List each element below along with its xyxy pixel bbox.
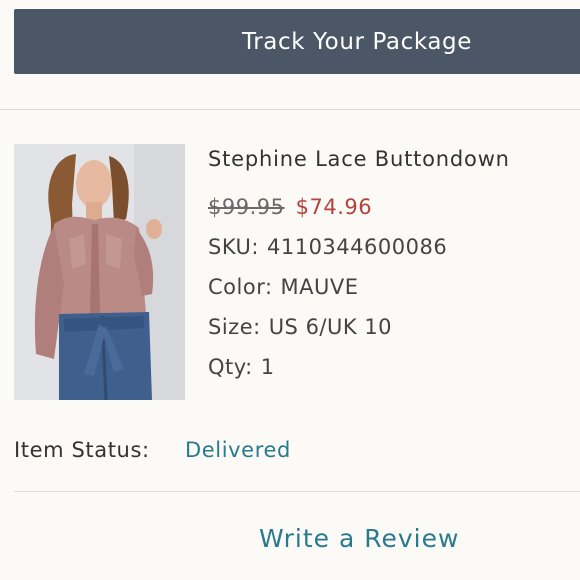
product-title[interactable]: Stephine Lace Buttondown bbox=[208, 144, 510, 174]
qty-label: Qty: bbox=[208, 355, 253, 379]
product-info: Stephine Lace Buttondown $99.95 $74.96 S… bbox=[208, 144, 510, 382]
item-status-value[interactable]: Delivered bbox=[185, 435, 291, 465]
top-divider bbox=[0, 109, 580, 110]
write-review-link[interactable]: Write a Review bbox=[259, 522, 459, 556]
bottom-divider bbox=[14, 491, 580, 492]
size-value: US 6/UK 10 bbox=[268, 315, 393, 339]
qty-row: Qty: 1 bbox=[208, 352, 510, 382]
track-package-button[interactable]: Track Your Package bbox=[14, 9, 580, 74]
original-price: $99.95 bbox=[208, 195, 285, 219]
size-row: Size: US 6/UK 10 bbox=[208, 312, 510, 342]
color-label: Color: bbox=[208, 275, 273, 299]
product-image[interactable] bbox=[14, 144, 185, 400]
item-status-label: Item Status: bbox=[14, 438, 150, 462]
sale-price: $74.96 bbox=[295, 195, 373, 219]
track-package-label: Track Your Package bbox=[241, 28, 473, 55]
size-label: Size: bbox=[208, 315, 261, 339]
sku-label: SKU: bbox=[208, 235, 259, 259]
color-value: MAUVE bbox=[280, 275, 359, 299]
color-row: Color: MAUVE bbox=[208, 272, 510, 302]
sku-row: SKU: 4110344600086 bbox=[208, 232, 510, 262]
item-status-row: Item Status: Delivered bbox=[14, 435, 290, 465]
sku-value: 4110344600086 bbox=[266, 235, 448, 259]
order-item-page: Track Your Package Stephine Lace Buttond… bbox=[0, 0, 580, 580]
qty-value: 1 bbox=[260, 355, 275, 379]
product-photo-illustration bbox=[14, 144, 185, 400]
price-row: $99.95 $74.96 bbox=[208, 192, 510, 222]
